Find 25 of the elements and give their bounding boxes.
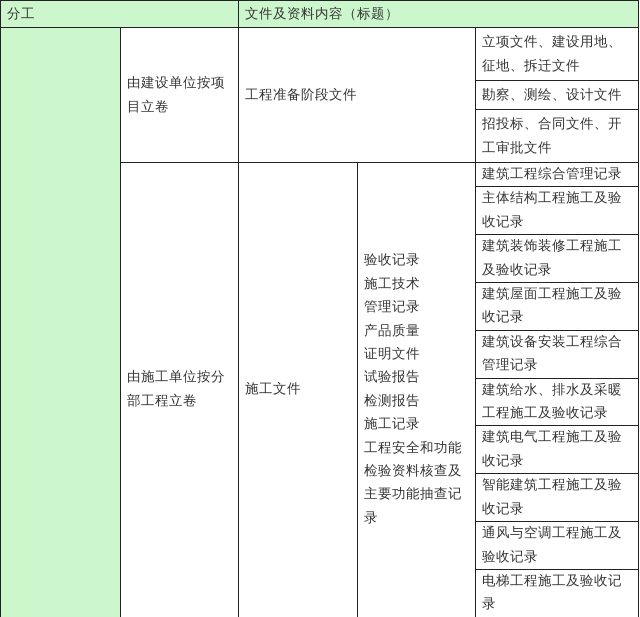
- table-cell: 建筑给水、排水及采暖工程施工及验收记录: [476, 378, 639, 426]
- table-cell: 由建设单位按项目立卷: [120, 28, 238, 162]
- list-line: 证明文件: [364, 345, 421, 364]
- header-cell: 分工: [0, 0, 238, 28]
- table-cell: 招投标、合同文件、开工审批文件: [476, 110, 639, 162]
- list-line: 施工技术: [364, 274, 421, 294]
- list-line: 施工记录: [364, 415, 421, 434]
- list-line: 检测报告: [364, 392, 421, 411]
- list-line: 工程安全和功能检验资料核查及主要功能抽查记录: [364, 438, 463, 528]
- table-cell: 建筑装饰装修工程施工及验收记录: [476, 234, 639, 283]
- table-cell: 主体结构工程施工及验收记录: [476, 186, 639, 235]
- table-cell: 建筑设备安装工程综合管理记录: [476, 330, 639, 378]
- table-cell: 勘察、测绘、设计文件: [476, 80, 639, 110]
- table-cell: 建筑工程综合管理记录: [476, 162, 639, 187]
- table-cell: 建筑电气工程施工及验收记录: [476, 426, 639, 474]
- table-cell: 建筑屋面工程施工及验收记录: [476, 282, 639, 330]
- list-line: 产品质量: [364, 322, 421, 341]
- header-cell: 文件及资料内容（标题）: [238, 0, 639, 28]
- list-line: 管理记录: [364, 298, 421, 318]
- list-line: 试验报告: [364, 368, 421, 388]
- list-line: 验收记录: [364, 251, 421, 270]
- table-cell: 工程准备阶段文件: [238, 28, 476, 162]
- table-cell: 通风与空调工程施工及验收记录: [476, 522, 639, 570]
- table-cell: 立项文件、建设用地、征地、拆迁文件: [476, 28, 639, 80]
- table-cell: 智能建筑工程施工及验收记录: [476, 474, 639, 522]
